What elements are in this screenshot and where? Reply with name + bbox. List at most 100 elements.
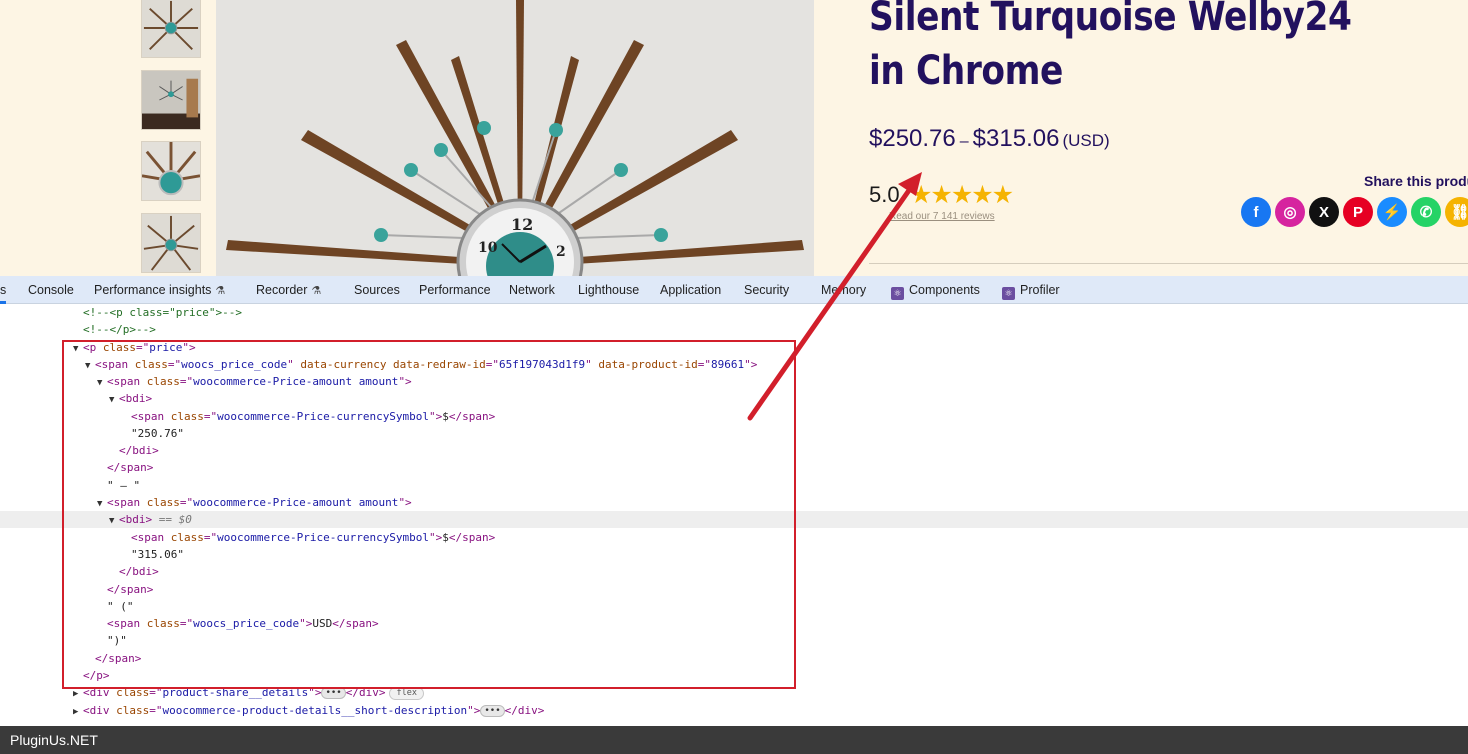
- flex-badge[interactable]: flex: [389, 687, 424, 700]
- dom-node[interactable]: <!--</p>-->: [0, 321, 1468, 338]
- dom-token: =": [179, 375, 194, 388]
- dom-token: woocs_price_code: [193, 617, 300, 630]
- dom-node[interactable]: <span class="woocommerce-Price-currencyS…: [0, 529, 1468, 546]
- dom-token: <span: [107, 375, 147, 388]
- dom-node[interactable]: ▼ <p class="price">: [0, 339, 1468, 356]
- tab-performance-insights[interactable]: Performance insights ⚗: [94, 276, 225, 304]
- instagram-icon[interactable]: ◎: [1275, 197, 1305, 227]
- dom-node[interactable]: </span>: [0, 650, 1468, 667]
- dom-token: class: [146, 617, 180, 630]
- dom-token: </span>: [95, 652, 142, 665]
- dom-token: "250.76": [131, 427, 184, 440]
- thumbnail-1[interactable]: [141, 0, 201, 58]
- dom-token: class: [146, 375, 180, 388]
- whatsapp-icon[interactable]: ✆: [1411, 197, 1441, 227]
- dom-token: =": [203, 410, 218, 423]
- dom-token: </div>: [345, 686, 386, 699]
- dom-node[interactable]: <!--<p class="price">-->: [0, 304, 1468, 321]
- product-price: $250.76– $315.06 (USD): [869, 125, 1110, 153]
- facebook-icon[interactable]: f: [1241, 197, 1271, 227]
- dom-node[interactable]: <span class="woocs_price_code">USD</span…: [0, 615, 1468, 632]
- dom-node[interactable]: </p>: [0, 667, 1468, 684]
- tab-profiler[interactable]: ⚛ Profiler: [1002, 276, 1060, 304]
- messenger-icon[interactable]: ⚡: [1377, 197, 1407, 227]
- collapsed-triangle-icon[interactable]: ▶: [73, 686, 83, 703]
- dom-node[interactable]: ▼ <span class="woocommerce-Price-amount a…: [0, 373, 1468, 390]
- dom-token: </p>: [83, 669, 110, 682]
- dom-node[interactable]: " – ": [0, 477, 1468, 494]
- dom-token: =": [167, 358, 182, 371]
- tab-network[interactable]: Network: [509, 276, 555, 304]
- dom-token: 89661: [710, 358, 745, 371]
- dom-token: ": [287, 358, 301, 371]
- tab-label: Sources: [354, 283, 400, 297]
- expand-ellipsis-button[interactable]: •••: [480, 705, 505, 717]
- dom-node[interactable]: "315.06": [0, 546, 1468, 563]
- flask-icon: ⚗: [215, 285, 226, 297]
- pinterest-icon[interactable]: P: [1343, 197, 1373, 227]
- dom-node[interactable]: ")": [0, 632, 1468, 649]
- dom-node[interactable]: " (": [0, 598, 1468, 615]
- tab-memory[interactable]: Memory: [821, 276, 866, 304]
- dom-token: class: [146, 496, 180, 509]
- tab-lighthouse[interactable]: Lighthouse: [578, 276, 639, 304]
- tab-sources[interactable]: Sources: [354, 276, 400, 304]
- dom-node[interactable]: ▼ <span class="woocommerce-Price-amount a…: [0, 494, 1468, 511]
- tab-application[interactable]: Application: [660, 276, 721, 304]
- expand-triangle-icon[interactable]: ▼: [109, 513, 119, 530]
- tab-label: s: [0, 283, 7, 297]
- dom-node[interactable]: ▼ <bdi>: [0, 390, 1468, 407]
- tab-elements[interactable]: s: [0, 276, 6, 304]
- price-from: $250.76: [869, 125, 956, 152]
- product-main-image[interactable]: 12 10 2: [216, 0, 814, 276]
- dom-token: ">: [299, 617, 313, 630]
- tab-label: Performance: [419, 283, 491, 297]
- dom-node-selected[interactable]: ▼ <bdi> == $0: [0, 511, 1468, 528]
- dom-node[interactable]: "250.76": [0, 425, 1468, 442]
- dom-node[interactable]: </span>: [0, 459, 1468, 476]
- tab-performance[interactable]: Performance: [419, 276, 491, 304]
- react-icon: ⚛: [1002, 287, 1015, 300]
- dom-token: ">: [744, 358, 758, 371]
- dom-token: </span>: [107, 583, 154, 596]
- dom-node[interactable]: </span>: [0, 581, 1468, 598]
- svg-text:10: 10: [478, 240, 498, 256]
- tab-label: Memory: [821, 283, 867, 297]
- collapsed-triangle-icon[interactable]: ▶: [73, 704, 83, 721]
- dom-node[interactable]: <span class="woocommerce-Price-currencyS…: [0, 408, 1468, 425]
- reviews-link[interactable]: Read our 7 141 reviews: [889, 211, 995, 222]
- dom-node[interactable]: </bdi>: [0, 442, 1468, 459]
- dom-token: ")": [107, 634, 127, 647]
- dom-token: == $0: [152, 513, 192, 526]
- expand-ellipsis-button[interactable]: •••: [321, 687, 346, 699]
- tab-security[interactable]: Security: [744, 276, 789, 304]
- dom-node[interactable]: ▶ <div class="product-share__details"> •••…: [0, 684, 1468, 701]
- dom-token: =": [203, 531, 218, 544]
- dom-token: </bdi>: [119, 565, 159, 578]
- share-title: Share this product: [1364, 173, 1468, 189]
- dom-node[interactable]: ▼ <span class="woocs_price_code" data-cur…: [0, 356, 1468, 373]
- dom-node[interactable]: </bdi>: [0, 563, 1468, 580]
- dom-token: </div>: [504, 704, 545, 717]
- dom-token: class: [102, 341, 136, 354]
- thumbnail-3[interactable]: [141, 141, 201, 201]
- copy-link-icon[interactable]: ⛓: [1445, 197, 1468, 227]
- tab-components[interactable]: ⚛ Components: [891, 276, 980, 304]
- thumbnail-4[interactable]: [141, 213, 201, 273]
- dom-token: class: [170, 531, 204, 544]
- dom-token: <bdi>: [119, 513, 153, 526]
- flask-icon: ⚗: [311, 285, 322, 297]
- tab-label: Lighthouse: [578, 283, 640, 297]
- expand-triangle-icon[interactable]: ▼: [109, 392, 119, 409]
- dom-token: <div: [83, 704, 117, 717]
- dom-tree: <!--<p class="price">--> <!--</p>--> ▼ <p c…: [0, 304, 1468, 726]
- thumbnail-2[interactable]: [141, 70, 201, 130]
- tab-recorder[interactable]: Recorder ⚗: [256, 276, 321, 304]
- tab-console[interactable]: Console: [28, 276, 74, 304]
- x-icon[interactable]: X: [1309, 197, 1339, 227]
- dom-token: class: [170, 410, 204, 423]
- dom-node[interactable]: ▶ <div class="woocommerce-product-details…: [0, 702, 1468, 719]
- dom-token: woocommerce-Price-currencySymbol: [217, 410, 430, 423]
- dom-token: "315.06": [131, 548, 184, 561]
- tab-label: Components: [909, 283, 980, 297]
